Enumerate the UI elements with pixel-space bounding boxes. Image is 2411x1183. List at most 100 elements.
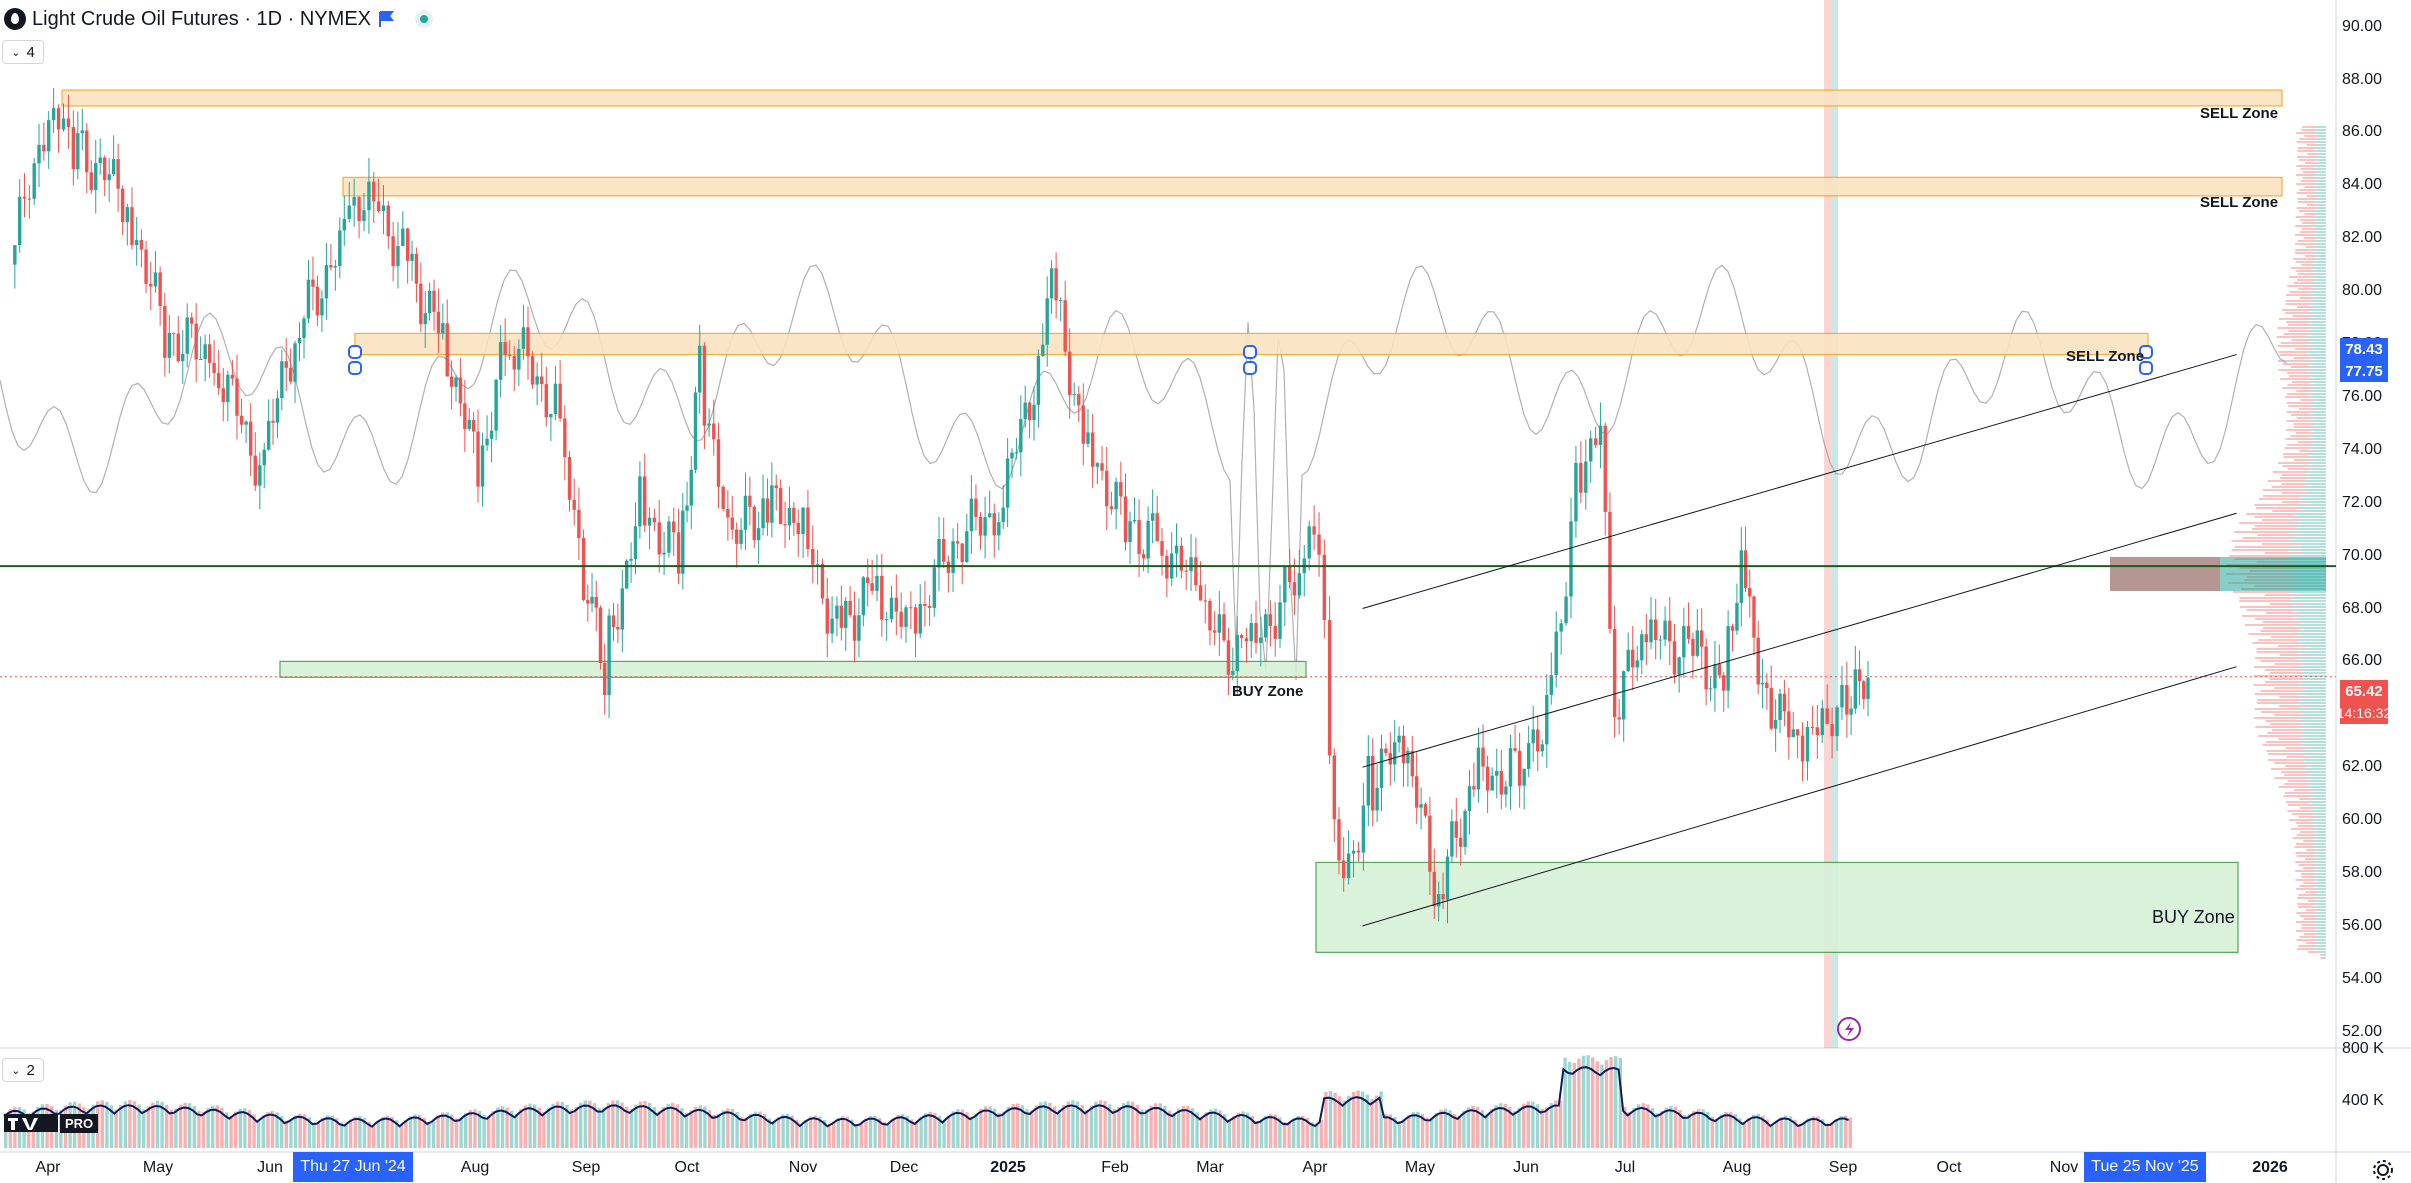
profile-bar-sell bbox=[2261, 543, 2301, 545]
profile-bar-sell bbox=[2301, 129, 2317, 131]
profile-bar-sell bbox=[2281, 474, 2309, 476]
candle-body-down bbox=[1795, 729, 1800, 736]
volume-bar-down bbox=[183, 1102, 187, 1148]
candle-body-down bbox=[230, 374, 235, 379]
profile-bar-sell bbox=[2254, 693, 2298, 695]
candle-body-down bbox=[848, 600, 852, 616]
candle-body-up bbox=[381, 205, 386, 212]
volume-bar-down bbox=[399, 1124, 403, 1148]
volume-bar-up bbox=[142, 1109, 146, 1148]
flag-icon[interactable] bbox=[377, 10, 395, 28]
last-price-tag: 65.42 bbox=[2340, 680, 2388, 702]
time-tick-label: Nov bbox=[2049, 1159, 2079, 1176]
profile-bar-buy bbox=[2314, 855, 2326, 857]
profile-bar-sell bbox=[2296, 183, 2315, 185]
profile-bar-sell bbox=[2270, 723, 2304, 725]
volume-bar-down bbox=[1319, 1119, 1323, 1148]
gear-icon[interactable] bbox=[2370, 1157, 2396, 1183]
volume-pane-collapse-button[interactable]: ⌄ 2 bbox=[2, 1058, 44, 1082]
profile-bar-sell bbox=[2279, 654, 2308, 656]
candle-body-down bbox=[27, 198, 32, 200]
candle-body-down bbox=[577, 509, 581, 539]
symbol-title[interactable]: Light Crude Oil Futures · 1D · NYMEX bbox=[32, 8, 371, 31]
candle-body-up bbox=[94, 163, 98, 191]
volume-bar-up bbox=[666, 1103, 670, 1148]
profile-bar-buy bbox=[2314, 147, 2326, 149]
profile-bar-buy bbox=[2294, 609, 2326, 611]
chart-canvas[interactable] bbox=[0, 0, 2411, 1182]
profile-bar-buy bbox=[2310, 444, 2326, 446]
profile-bar-sell bbox=[2234, 531, 2290, 533]
candle-body-down bbox=[248, 421, 253, 456]
volume-bar-down bbox=[740, 1116, 744, 1148]
profile-bar-sell bbox=[2260, 630, 2300, 632]
profile-bar-sell bbox=[2252, 642, 2297, 644]
candle-body-down bbox=[820, 563, 825, 599]
candle-body-up bbox=[1853, 669, 1858, 709]
candle-body-up bbox=[861, 577, 866, 616]
profile-bar-buy bbox=[2306, 327, 2326, 329]
profile-bar-buy bbox=[2296, 528, 2326, 530]
candle-body-up bbox=[1249, 623, 1253, 642]
tradingview-logo-icon bbox=[4, 1114, 58, 1132]
volume-bar-down bbox=[1747, 1117, 1751, 1148]
profile-bar-sell bbox=[2265, 720, 2302, 722]
profile-bar-sell bbox=[2269, 678, 2304, 680]
candle-body-up bbox=[1866, 677, 1870, 700]
profile-bar-buy bbox=[2299, 660, 2326, 662]
profile-bar-sell bbox=[2296, 939, 2315, 941]
candle-body-down bbox=[811, 549, 815, 565]
profile-bar-buy bbox=[2314, 912, 2326, 914]
candle-body-down bbox=[1410, 750, 1414, 777]
profile-bar-buy bbox=[2298, 735, 2326, 737]
profile-bar-sell bbox=[2294, 234, 2314, 236]
volume-bar-up bbox=[1807, 1118, 1811, 1148]
candle-body-up bbox=[1351, 850, 1356, 854]
volume-bar-down bbox=[321, 1117, 325, 1148]
candle-body-down bbox=[1198, 585, 1203, 601]
candle-body-down bbox=[1612, 628, 1617, 718]
profile-bar-buy bbox=[2313, 870, 2326, 872]
profile-bar-buy bbox=[2305, 762, 2326, 764]
profile-bar-buy bbox=[2314, 903, 2326, 905]
candle-body-up bbox=[965, 531, 969, 563]
profile-bar-sell bbox=[2262, 519, 2301, 521]
candle-body-down bbox=[1208, 600, 1212, 631]
profile-bar-sell bbox=[2270, 768, 2304, 770]
profile-bar-sell bbox=[2296, 141, 2315, 143]
candle-body-up bbox=[1278, 602, 1282, 639]
profile-bar-sell bbox=[2301, 924, 2317, 926]
profile-bar-sell bbox=[2305, 909, 2318, 911]
volume-bar-down bbox=[1085, 1109, 1089, 1148]
profile-bar-sell bbox=[2256, 699, 2299, 701]
candle-body-down bbox=[288, 367, 293, 382]
volume-bar-down bbox=[1848, 1117, 1852, 1148]
volume-bar-down bbox=[928, 1111, 932, 1148]
volume-bar-up bbox=[836, 1117, 840, 1148]
profile-bar-sell bbox=[2262, 489, 2301, 491]
candle-body-up bbox=[1805, 726, 1810, 762]
symbol-header[interactable]: Light Crude Oil Futures · 1D · NYMEX bbox=[0, 0, 433, 38]
profile-bar-buy bbox=[2318, 144, 2326, 146]
chevron-down-icon: ⌄ bbox=[11, 46, 21, 59]
profile-bar-buy bbox=[2315, 807, 2326, 809]
profile-bar-buy bbox=[2314, 822, 2326, 824]
volume-bar-down bbox=[1577, 1058, 1581, 1148]
volume-bar-up bbox=[951, 1111, 955, 1148]
tradingview-pro-logo[interactable]: PRO bbox=[4, 1110, 100, 1136]
candle-body-up bbox=[153, 272, 158, 287]
profile-bar-buy bbox=[2306, 462, 2326, 464]
candle-body-up bbox=[244, 421, 248, 425]
candle-body-up bbox=[1283, 566, 1287, 603]
volume-bar-up bbox=[1140, 1109, 1144, 1148]
candle-body-down bbox=[212, 362, 216, 373]
profile-bar-sell bbox=[2285, 747, 2310, 749]
candle-body-down bbox=[1517, 750, 1522, 786]
profile-bar-sell bbox=[2271, 486, 2305, 488]
candle-body-down bbox=[329, 265, 333, 268]
volume-bar-down bbox=[1034, 1105, 1038, 1148]
profile-bar-buy bbox=[2297, 666, 2326, 668]
volume-bar-up bbox=[717, 1113, 721, 1148]
pane-collapse-button[interactable]: ⌄ 4 bbox=[2, 40, 44, 64]
market-status-icon[interactable] bbox=[415, 10, 433, 28]
